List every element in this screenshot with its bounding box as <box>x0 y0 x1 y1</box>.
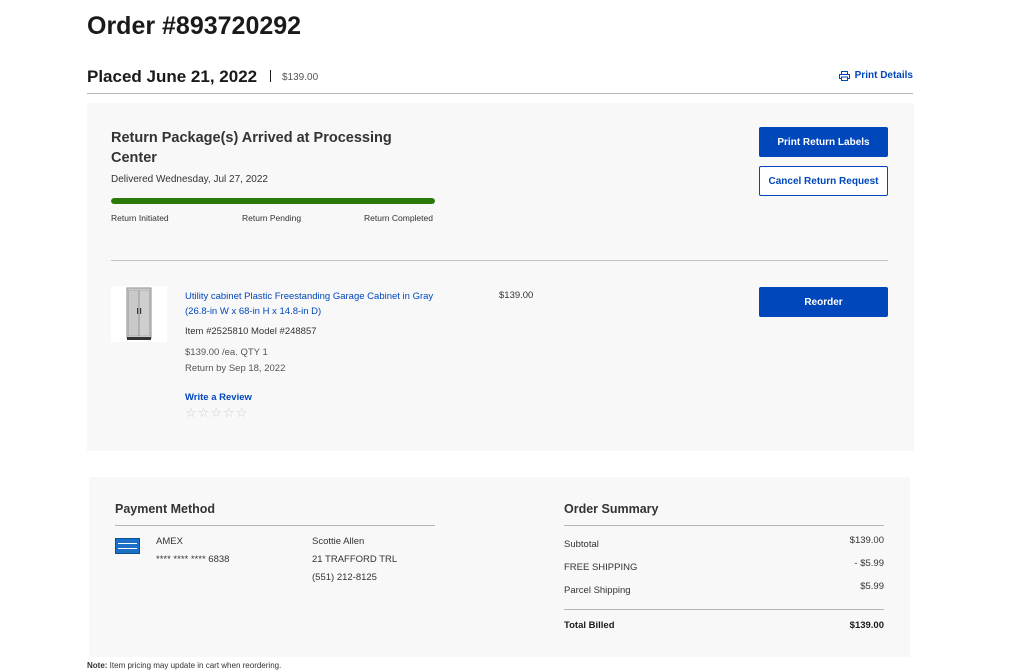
payment-divider <box>115 525 435 526</box>
product-item-model: Item #2525810 Model #248857 <box>185 326 317 337</box>
product-unit-qty: $139.00 /ea. QTY 1 <box>185 347 268 358</box>
step-return-pending: Return Pending <box>242 213 302 223</box>
card-divider <box>111 260 888 261</box>
cabinet-image <box>126 287 152 340</box>
reorder-note: Note: Item pricing may update in cart wh… <box>87 661 281 670</box>
summary-label: Subtotal <box>564 539 599 550</box>
summary-label: FREE SHIPPING <box>564 562 638 573</box>
billing-name: Scottie Allen <box>312 536 365 547</box>
amex-card-icon <box>115 538 140 554</box>
note-text: Item pricing may update in cart when reo… <box>107 661 282 670</box>
product-price: $139.00 <box>499 290 534 301</box>
step-return-initiated: Return Initiated <box>111 213 169 223</box>
delivered-date: Delivered Wednesday, Jul 27, 2022 <box>111 174 268 185</box>
note-label: Note: <box>87 661 108 670</box>
return-by-date: Return by Sep 18, 2022 <box>185 363 286 374</box>
page-title: Order #893720292 <box>87 12 302 40</box>
star-icon[interactable]: ☆ <box>223 406 235 420</box>
print-details-label: Print Details <box>854 70 913 81</box>
card-brand: AMEX <box>156 536 183 547</box>
print-return-labels-button[interactable]: Print Return Labels <box>759 127 888 157</box>
order-header-row: Placed June 21, 2022 $139.00 Print Detai… <box>87 64 913 94</box>
star-icon[interactable]: ☆ <box>198 406 210 420</box>
star-icon[interactable]: ☆ <box>210 406 222 420</box>
summary-divider-top <box>564 525 884 526</box>
product-name-link[interactable]: Utility cabinet Plastic Freestanding Gar… <box>185 289 435 319</box>
print-details-link[interactable]: Print Details <box>838 70 913 81</box>
total-billed-value: $139.00 <box>849 620 884 631</box>
step-return-completed: Return Completed <box>364 213 433 223</box>
star-icon[interactable]: ☆ <box>236 406 248 420</box>
billing-address: 21 TRAFFORD TRL <box>312 554 398 565</box>
payment-summary-card: Payment Method AMEX **** **** **** 6838 … <box>89 477 910 657</box>
summary-value: - $5.99 <box>854 558 884 569</box>
summary-label: Parcel Shipping <box>564 585 631 596</box>
card-number: **** **** **** 6838 <box>156 554 230 565</box>
star-icon[interactable]: ☆ <box>185 406 197 420</box>
summary-divider-bottom <box>564 609 884 610</box>
payment-method-title: Payment Method <box>115 502 216 516</box>
total-billed-label: Total Billed <box>564 620 615 631</box>
placed-date: Placed June 21, 2022 <box>87 67 258 86</box>
order-status-card: Return Package(s) Arrived at Processing … <box>87 103 914 451</box>
reorder-button[interactable]: Reorder <box>759 287 888 317</box>
product-image[interactable] <box>111 286 167 342</box>
return-progress-bar <box>111 198 435 204</box>
printer-icon <box>838 70 850 81</box>
order-summary-title: Order Summary <box>564 502 659 516</box>
order-total: $139.00 <box>282 72 319 83</box>
star-rating[interactable]: ☆ ☆ ☆ ☆ ☆ <box>185 406 247 420</box>
summary-value: $5.99 <box>860 581 884 592</box>
summary-value: $139.00 <box>849 535 884 546</box>
write-review-link[interactable]: Write a Review <box>185 392 252 403</box>
cancel-return-request-button[interactable]: Cancel Return Request <box>759 166 888 196</box>
header-separator <box>270 70 271 82</box>
return-progress-fill <box>111 198 435 204</box>
return-status-title: Return Package(s) Arrived at Processing … <box>111 130 392 166</box>
billing-phone: (551) 212-8125 <box>312 572 377 583</box>
